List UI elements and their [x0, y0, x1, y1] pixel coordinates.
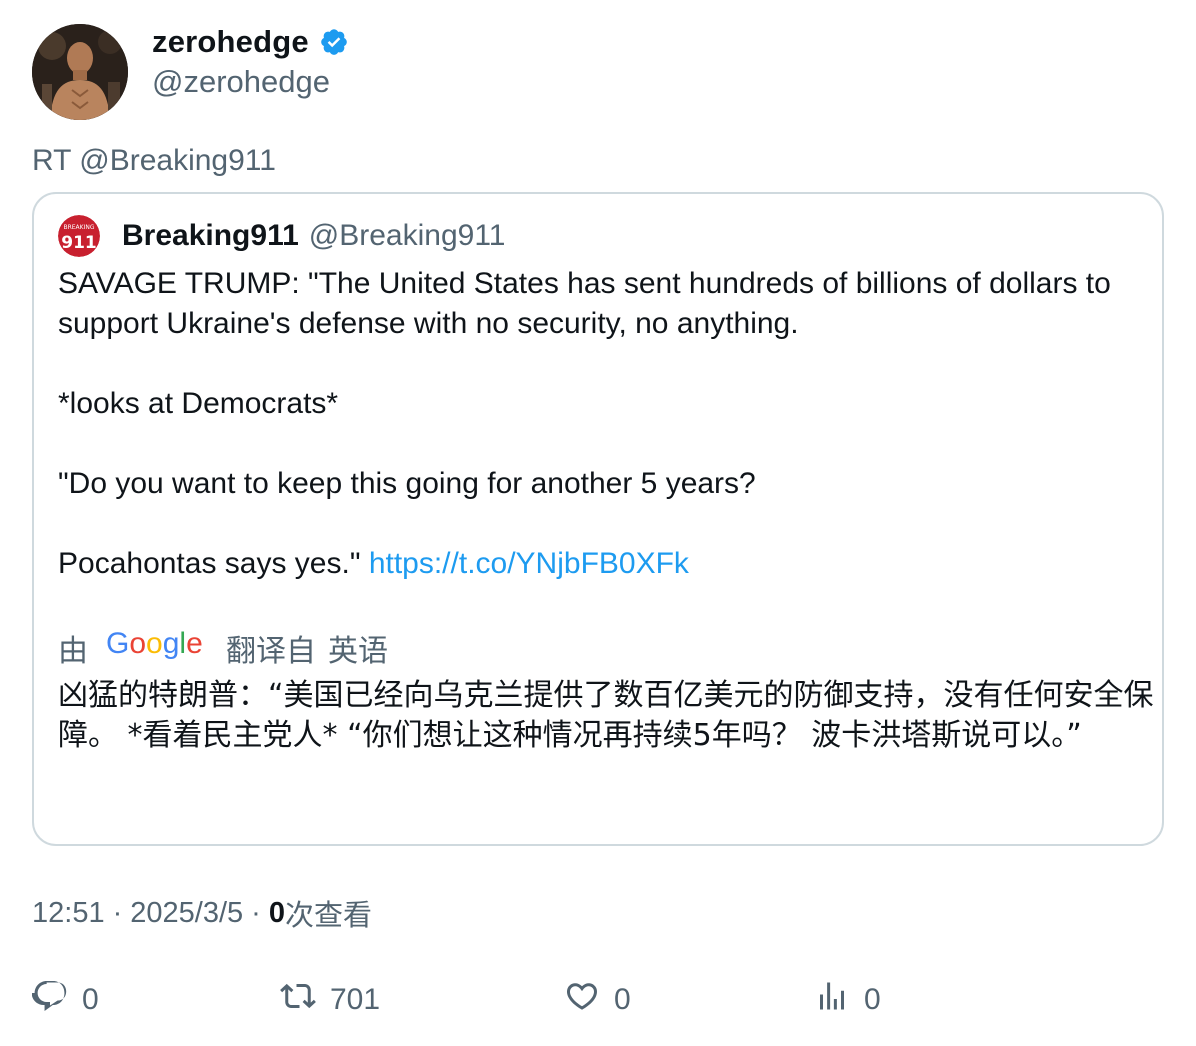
quoted-paragraph: "Do you want to keep this going for anot…	[58, 467, 756, 500]
quoted-tweet-text: SAVAGE TRUMP: "The United States has sen…	[58, 264, 1148, 584]
retweet-count: 701	[330, 983, 381, 1016]
heart-icon	[564, 978, 600, 1022]
quoted-display-name[interactable]: Breaking911	[122, 219, 299, 253]
verified-badge-icon	[319, 27, 349, 57]
retweet-icon	[280, 978, 316, 1022]
meta-separator: ·	[112, 896, 123, 929]
author-display-name[interactable]: zerohedge	[152, 24, 309, 60]
source-language-label: 英语	[328, 635, 388, 668]
quoted-tweet-header: BREAKING 911 Breaking911 @Breaking911	[58, 215, 506, 257]
quoted-paragraph-text: Pocahontas says yes."	[58, 547, 369, 580]
translated-text: 凶猛的特朗普：“美国已经向乌克兰提供了数百亿美元的防御支持，没有任何安全保障。 …	[58, 678, 1154, 753]
views-count: 0	[268, 896, 285, 929]
tweet-header: zerohedge @zerohedge	[32, 24, 1132, 120]
analytics-icon	[814, 978, 850, 1022]
action-bar: 0 701 0 0	[31, 976, 1132, 1024]
tweet-time[interactable]: 12:51	[32, 897, 105, 930]
retweet-button[interactable]: 701	[280, 976, 380, 1024]
retweet-text: RT @Breaking911	[32, 144, 276, 177]
author-avatar[interactable]	[32, 24, 128, 120]
quoted-paragraph-last: Pocahontas says yes." https://t.co/YNjbF…	[58, 544, 1148, 584]
reply-count: 0	[82, 983, 99, 1016]
tweet-meta: 12:51 · 2025/3/5 · 0 次查看	[32, 892, 372, 934]
tweet-link[interactable]: https://t.co/YNjbFB0XFk	[369, 547, 689, 580]
quoted-paragraph: *looks at Democrats*	[58, 387, 339, 420]
meta-separator: ·	[251, 896, 261, 929]
quoted-handle[interactable]: @Breaking911	[309, 219, 506, 253]
svg-text:Google: Google	[106, 627, 203, 660]
quoted-tweet-card[interactable]: BREAKING 911 Breaking911 @Breaking911 SA…	[32, 192, 1164, 846]
author-handle[interactable]: @zerohedge	[152, 64, 330, 100]
views-button[interactable]: 0	[814, 976, 881, 1024]
quoted-author-avatar[interactable]: BREAKING 911	[58, 215, 100, 257]
reply-icon	[31, 978, 68, 1022]
translation-attribution: 由 Google 翻译自 英语	[58, 626, 388, 670]
translated-from-label: 翻译自	[226, 635, 316, 668]
svg-text:BREAKING: BREAKING	[63, 224, 94, 231]
google-logo-icon: Google	[106, 626, 206, 670]
like-count: 0	[614, 983, 631, 1016]
tweet-date[interactable]: 2025/3/5	[130, 897, 243, 930]
quoted-paragraph: SAVAGE TRUMP: "The United States has sen…	[58, 267, 1111, 340]
svg-text:911: 911	[61, 233, 97, 253]
views-action-count: 0	[864, 983, 881, 1016]
like-button[interactable]: 0	[564, 976, 631, 1024]
views-label: 次查看	[284, 900, 372, 932]
reply-button[interactable]: 0	[31, 976, 99, 1024]
author-name-row: zerohedge	[152, 24, 349, 60]
translated-by-label: 由	[58, 635, 88, 668]
